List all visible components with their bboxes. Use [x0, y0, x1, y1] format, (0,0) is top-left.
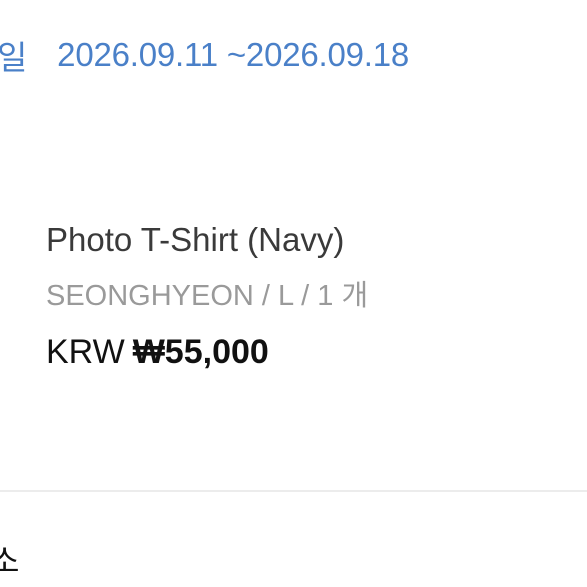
product-item[interactable]: Photo T-Shirt (Navy) SEONGHYEON / L / 1 … [46, 214, 368, 378]
period-value: 2026.09.11 ~2026.09.18 [57, 36, 410, 73]
order-detail-page: 일 2026.09.11 ~2026.09.18 Photo T-Shirt (… [0, 0, 587, 587]
price-currency: KRW [46, 333, 125, 371]
product-options: SEONGHYEON / L / 1 개 [46, 280, 369, 312]
section-divider [0, 490, 587, 492]
product-name: Photo T-Shirt (Navy) [46, 221, 345, 258]
next-section-label: 소 [0, 543, 20, 579]
period-label: 일 [0, 39, 28, 76]
price-amount: ₩55,000 [132, 333, 269, 371]
period-row: 일 2026.09.11 ~2026.09.18 [0, 33, 409, 77]
product-price: KRW ₩55,000 [46, 326, 368, 378]
